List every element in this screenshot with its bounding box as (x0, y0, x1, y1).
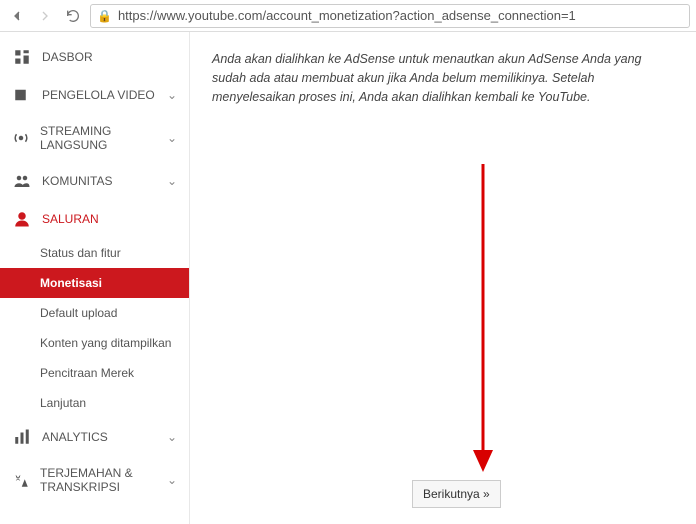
reload-button[interactable] (62, 5, 84, 27)
sub-item-default-upload[interactable]: Default upload (0, 298, 189, 328)
adsense-message: Anda akan dialihkan ke AdSense untuk men… (212, 50, 674, 106)
chevron-down-icon: ⌄ (167, 430, 177, 444)
sidebar-item-analytics[interactable]: ANALYTICS ⌄ (0, 418, 189, 456)
browser-toolbar: 🔒 https://www.youtube.com/account_moneti… (0, 0, 696, 32)
sub-item-monetisasi[interactable]: Monetisasi (0, 268, 189, 298)
sidebar-item-dasbor[interactable]: DASBOR (0, 38, 189, 76)
chevron-down-icon: ⌄ (167, 473, 177, 487)
chevron-down-icon: ⌄ (167, 174, 177, 188)
community-icon (12, 172, 32, 190)
sidebar-item-label: TERJEMAHAN & TRANSKRIPSI (40, 466, 157, 495)
sub-item-lanjutan[interactable]: Lanjutan (0, 388, 189, 418)
sidebar-item-terjemahan[interactable]: TERJEMAHAN & TRANSKRIPSI ⌄ (0, 456, 189, 505)
lock-icon: 🔒 (97, 9, 112, 23)
live-icon (12, 129, 30, 147)
forward-button[interactable] (34, 5, 56, 27)
dashboard-icon (12, 48, 32, 66)
sidebar: DASBOR PENGELOLA VIDEO ⌄ STREAMING LANGS… (0, 32, 190, 524)
translate-icon (12, 471, 30, 489)
channel-icon (12, 210, 32, 228)
sidebar-item-label: SALURAN (42, 212, 99, 226)
main-content: Anda akan dialihkan ke AdSense untuk men… (190, 32, 696, 524)
next-button[interactable]: Berikutnya » (412, 480, 501, 508)
address-bar[interactable]: 🔒 https://www.youtube.com/account_moneti… (90, 4, 690, 28)
annotation-arrow (448, 154, 518, 477)
sidebar-item-label: STREAMING LANGSUNG (40, 124, 157, 152)
page-body: DASBOR PENGELOLA VIDEO ⌄ STREAMING LANGS… (0, 32, 696, 524)
video-manager-icon (12, 86, 32, 104)
sidebar-item-label: DASBOR (42, 50, 93, 64)
sidebar-item-pengelola-video[interactable]: PENGELOLA VIDEO ⌄ (0, 76, 189, 114)
sidebar-item-label: KOMUNITAS (42, 174, 112, 188)
sidebar-item-streaming[interactable]: STREAMING LANGSUNG ⌄ (0, 114, 189, 162)
chevron-down-icon: ⌄ (167, 88, 177, 102)
analytics-icon (12, 428, 32, 446)
sub-item-status[interactable]: Status dan fitur (0, 238, 189, 268)
sub-item-konten[interactable]: Konten yang ditampilkan (0, 328, 189, 358)
sub-item-pencitraan[interactable]: Pencitraan Merek (0, 358, 189, 388)
saluran-submenu: Status dan fitur Monetisasi Default uplo… (0, 238, 189, 418)
sidebar-item-komunitas[interactable]: KOMUNITAS ⌄ (0, 162, 189, 200)
back-button[interactable] (6, 5, 28, 27)
sidebar-item-label: PENGELOLA VIDEO (42, 88, 155, 102)
sidebar-item-saluran[interactable]: SALURAN (0, 200, 189, 238)
url-text: https://www.youtube.com/account_monetiza… (118, 8, 576, 23)
chevron-down-icon: ⌄ (167, 131, 177, 145)
sidebar-item-label: ANALYTICS (42, 430, 108, 444)
